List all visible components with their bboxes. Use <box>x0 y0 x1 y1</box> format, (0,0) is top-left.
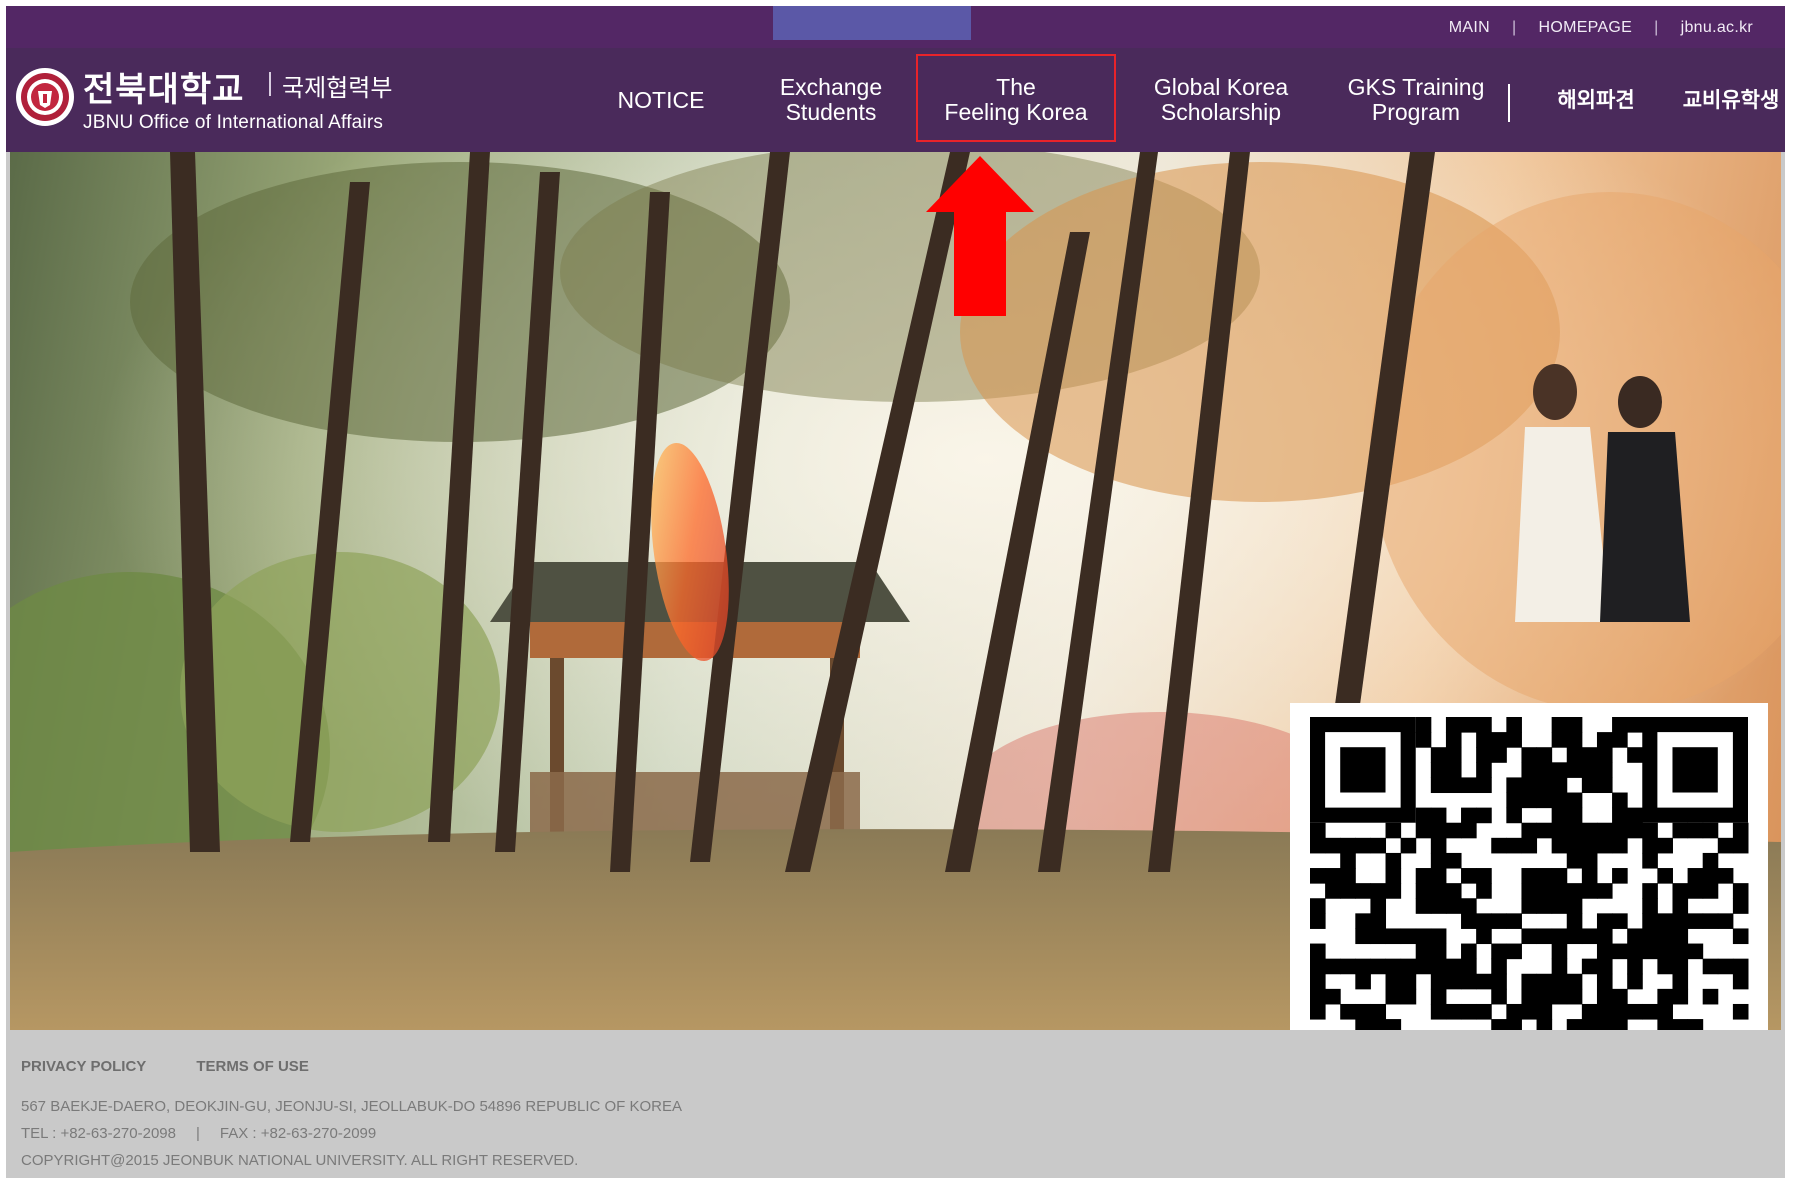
nav-item-notice[interactable]: NOTICE <box>596 48 726 152</box>
nav-item-global-korea-scholarship[interactable]: Global Korea Scholarship <box>1136 48 1306 152</box>
nav-item-overseas-dispatch[interactable]: 해외파견 <box>1531 48 1661 152</box>
separator: | <box>1512 19 1517 36</box>
main-navigation-bar: 전북대학교 국제협력부 JBNU Office of International… <box>6 48 1785 152</box>
footer-fax: FAX : +82-63-270-2099 <box>219 1125 377 1142</box>
nav-item-exchange-students[interactable]: Exchange Students <box>766 48 896 152</box>
nav-item-funded-students[interactable]: 교비유학생 <box>1666 48 1785 152</box>
page-frame: MAIN | HOMEPAGE | jbnu.ac.kr 전북대학교 국제협력부… <box>6 6 1785 1178</box>
footer-contact: TEL : +82-63-270-2098 | FAX : +82-63-270-2… <box>21 1125 376 1142</box>
terms-of-use-link[interactable]: TERMS OF USE <box>196 1058 309 1075</box>
logo-english-name[interactable]: JBNU Office of International Affairs <box>83 112 383 134</box>
utility-links: MAIN | HOMEPAGE | jbnu.ac.kr <box>1449 19 1753 37</box>
red-up-arrow-icon <box>926 156 1034 316</box>
nav-item-feeling-korea[interactable]: The Feeling Korea <box>916 48 1116 152</box>
separator: | <box>195 1125 200 1142</box>
top-utility-bar: MAIN | HOMEPAGE | jbnu.ac.kr <box>6 6 1785 48</box>
nav-item-gks-training-program[interactable]: GKS Training Program <box>1331 48 1501 152</box>
homepage-link[interactable]: HOMEPAGE <box>1538 19 1632 37</box>
top-tab-indicator <box>773 6 971 40</box>
footer-copyright: COPYRIGHT@2015 JEONBUK NATIONAL UNIVERSI… <box>21 1152 579 1169</box>
footer: PRIVACY POLICY TERMS OF USE 567 BAEKJE-D… <box>6 1030 1785 1178</box>
logo-university-name[interactable]: 전북대학교 <box>83 62 244 111</box>
main-link[interactable]: MAIN <box>1449 19 1490 37</box>
privacy-policy-link[interactable]: PRIVACY POLICY <box>21 1058 146 1075</box>
separator: | <box>1654 19 1659 36</box>
jbnu-site-link[interactable]: jbnu.ac.kr <box>1681 19 1753 37</box>
footer-tel: TEL : +82-63-270-2098 <box>21 1125 176 1142</box>
logo-divider <box>269 72 271 96</box>
nav-divider <box>1508 84 1510 122</box>
footer-links: PRIVACY POLICY TERMS OF USE <box>21 1058 309 1075</box>
logo-department-name[interactable]: 국제협력부 <box>282 68 392 103</box>
university-seal-icon[interactable] <box>16 68 74 126</box>
footer-address: 567 BAEKJE-DAERO, DEOKJIN-GU, JEONJU-SI,… <box>21 1098 683 1115</box>
